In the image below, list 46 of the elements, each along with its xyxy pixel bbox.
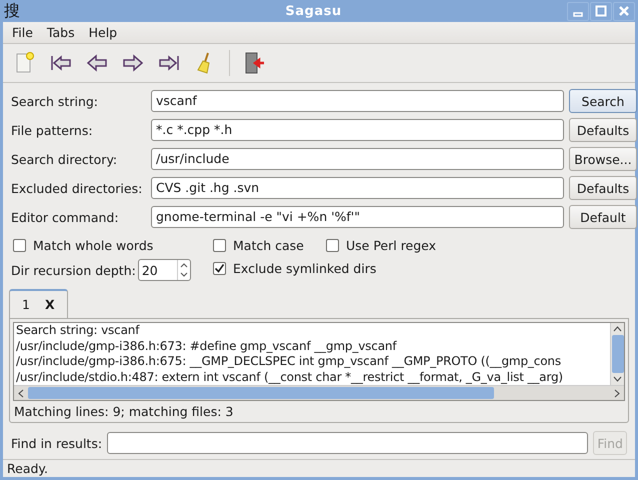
menu-item[interactable]: Help [88,25,118,40]
result-line: /usr/include/stdio.h:487: extern int vscanf (__const char *__restrict __format, _G_va_list __arg) [16,370,564,385]
text-field[interactable]: *.c *.cpp *.h [151,119,564,141]
find-label: Find in results: [11,436,102,450]
tab-label: 1 [22,297,30,312]
summary-text: Matching lines: 9; matching files: 3 [13,404,234,419]
text-field[interactable]: CVS .git .hg .svn [151,177,564,199]
minimize-icon [573,12,583,16]
checkbox[interactable] [326,238,339,252]
status-text: Ready. [7,461,48,476]
field-label: Excluded directories: [11,180,144,196]
checkbox[interactable] [213,238,226,252]
result-line: /usr/include/gmp-i386.h:673: #define gmp_vscanf __gmp_vscanf [16,338,398,354]
field-label: Search directory: [11,152,118,166]
maximize-icon [595,5,607,17]
text-field[interactable]: gnome-terminal -e "vi +%n '%f'" [151,206,564,228]
checkbox[interactable] [13,238,26,252]
field-label: Search string: [11,94,100,108]
close-icon [618,5,630,17]
result-tab[interactable]: 1 X [9,289,68,318]
checkbox-label: Use Perl regex [346,238,436,252]
form-button[interactable]: Defaults [569,118,637,142]
result-line: /usr/include/gmp-i386.h:675: __GMP_DECLSPEC int gmp_vscanf __GMP_PROTO ((__gmp_cons [16,354,562,370]
checkbox-label: Match case [233,238,304,252]
form-button[interactable]: Search [569,89,637,113]
window-title: Sagasu [284,4,343,18]
form-button[interactable]: Default [569,205,637,229]
spin-field[interactable]: 20 [138,259,191,281]
form-button[interactable]: Browse... [569,147,637,171]
vertical-scrollbar[interactable] [610,323,624,385]
checkbox-label: Match whole words [33,238,154,252]
horizontal-scrollbar[interactable] [14,385,624,400]
checkbox[interactable] [213,262,226,274]
text-field[interactable]: /usr/include [151,148,564,170]
field-label: Editor command: [11,210,120,224]
app-icon-glyph: 搜 [4,0,20,22]
menu-item[interactable]: Tabs [46,25,75,40]
field-label: File patterns: [11,122,94,138]
result-line: Search string: vscanf [16,323,141,338]
form-button[interactable]: Defaults [569,176,637,200]
checkbox-label: Exclude symlinked dirs [233,260,376,276]
menu-item[interactable]: File [12,25,33,40]
text-field[interactable]: vscanf [151,90,564,112]
spin-label: Dir recursion depth: [11,262,136,278]
tab-close-button[interactable]: X [44,297,55,312]
find-field[interactable] [107,432,588,454]
